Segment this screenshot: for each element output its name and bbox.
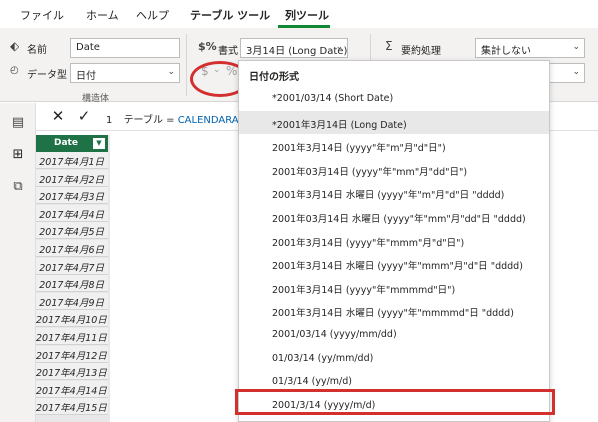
report-icon[interactable]: ▤ [8, 115, 28, 133]
table-cell[interactable]: 2017年4月4日 [36, 204, 108, 222]
chevron-down-icon: ⌄ [335, 42, 343, 52]
format-option[interactable]: 2001年3月14日 水曜日 (yyyy"年"mmmmd"日 "dddd) [239, 299, 549, 322]
format-option[interactable]: 2001年03月14日 (yyyy"年"mm"月"dd"日") [239, 158, 549, 181]
name-input[interactable]: Date [70, 38, 180, 58]
model-icon[interactable]: ⧉ [8, 179, 28, 197]
table-cell[interactable]: 2017年4月9日 [36, 292, 108, 310]
table-cell[interactable]: 2017年4月2日 [36, 169, 108, 187]
format-option[interactable]: 2001年3月14日 (yyyy"年"mmm"月"d"日") [239, 229, 549, 252]
highlight-box [235, 389, 555, 415]
datatype-value: 日付 [76, 71, 96, 82]
format-label: 書式 [218, 46, 238, 57]
format-option[interactable]: 2001年03月14日 水曜日 (yyyy"年"mm"月"dd"日 "dddd) [239, 205, 549, 228]
tab-table-tools[interactable]: テーブル ツール [190, 7, 270, 23]
format-option[interactable]: 2001年3月14日 水曜日 (yyyy"年"m"月"d"日 "dddd) [239, 181, 549, 204]
chevron-down-icon: ⌄ [572, 67, 580, 77]
summarize-label: 要約処理 [401, 46, 441, 57]
data-table: Date ▼ 2017年4月1日 2017年4月2日 2017年4月3日 2017年4… [36, 135, 110, 422]
summarize-value: 集計しない [481, 46, 531, 57]
cancel-button[interactable]: ✕ [46, 107, 70, 127]
format-select[interactable]: 3月14日 (Long Date) ⌄ [240, 38, 348, 58]
name-label: 名前 [27, 45, 47, 56]
table-cell[interactable]: 2017年4月1日 [36, 152, 108, 169]
data-icon[interactable]: ⊞ [8, 147, 28, 165]
column-header-label: Date [54, 138, 78, 148]
table-cell[interactable]: 2017年4月10日 [36, 310, 108, 328]
table-cell[interactable]: 2017年4月15日 [36, 398, 108, 416]
app-window: ファイル ホーム ヘルプ テーブル ツール 列ツール ⬖ 名前 Date ◴ デ… [0, 0, 598, 422]
formula-line-number: 1 [106, 115, 113, 126]
table-cell[interactable]: 2017年4月12日 [36, 345, 108, 363]
table-cell[interactable]: 2017年4月13日 [36, 363, 108, 381]
chevron-down-icon: ⌄ [572, 42, 580, 52]
table-cell[interactable]: 2017年4月3日 [36, 187, 108, 205]
format-option[interactable]: *2001年3月14日 (Long Date) [239, 110, 549, 134]
summarize-select[interactable]: 集計しない ⌄ [475, 38, 585, 58]
format-dropdown: 日付の形式 *2001/03/14 (Short Date) *2001年3月14… [238, 60, 550, 422]
tab-column-tools[interactable]: 列ツール [285, 7, 329, 23]
formula-input[interactable]: 1 テーブル = CALENDARAUTO [106, 111, 260, 126]
format-option[interactable]: 2001年3月14日 (yyyy"年"m"月"d"日") [239, 134, 549, 157]
commit-button[interactable]: ✓ [72, 107, 96, 127]
tag-icon: ⬖ [10, 39, 20, 53]
format-option[interactable]: 2001年3月14日 水曜日 (yyyy"年"mmm"月"d"日 "dddd) [239, 252, 549, 275]
sigma-icon: Σ [385, 39, 393, 53]
table-cell[interactable]: 2017年4月8日 [36, 275, 108, 293]
format-option[interactable]: 2001/03/14 (yyyy/mm/dd) [239, 323, 549, 346]
format-option[interactable]: 01/03/14 (yy/mm/dd) [239, 347, 549, 370]
divider [186, 34, 187, 96]
table-cell[interactable]: 2017年4月11日 [36, 328, 108, 345]
tab-file[interactable]: ファイル [20, 7, 64, 23]
table-cell[interactable]: 2017年4月7日 [36, 257, 108, 275]
datatype-select[interactable]: 日付 ⌄ [70, 63, 180, 83]
filter-dropdown-icon[interactable]: ▼ [93, 138, 105, 149]
formula-prefix: テーブル = [123, 115, 178, 126]
column-header-date[interactable]: Date ▼ [36, 135, 108, 152]
format-option[interactable]: 2001年3月14日 (yyyy"年"mmmmd"日") [239, 276, 549, 299]
view-rail: ▤ ⊞ ⧉ [0, 103, 36, 422]
table-cell[interactable]: 2017年4月14日 [36, 380, 108, 398]
chevron-down-icon: ⌄ [167, 67, 175, 77]
tab-help[interactable]: ヘルプ [136, 7, 169, 23]
datatype-label: データ型 [27, 70, 67, 81]
dropdown-header: 日付の形式 [249, 72, 299, 83]
format-value: 3月14日 (Long Date) [246, 46, 348, 57]
ribbon-tabs: ファイル ホーム ヘルプ テーブル ツール 列ツール [0, 0, 598, 28]
table-cell[interactable]: 2017年4月6日 [36, 240, 108, 257]
datatype-icon: ◴ [10, 65, 19, 76]
table-cell[interactable]: 2017年4月5日 [36, 222, 108, 240]
tab-home[interactable]: ホーム [86, 7, 119, 23]
format-option[interactable]: *2001/03/14 (Short Date) [239, 87, 549, 110]
format-icon: $% [198, 40, 217, 53]
